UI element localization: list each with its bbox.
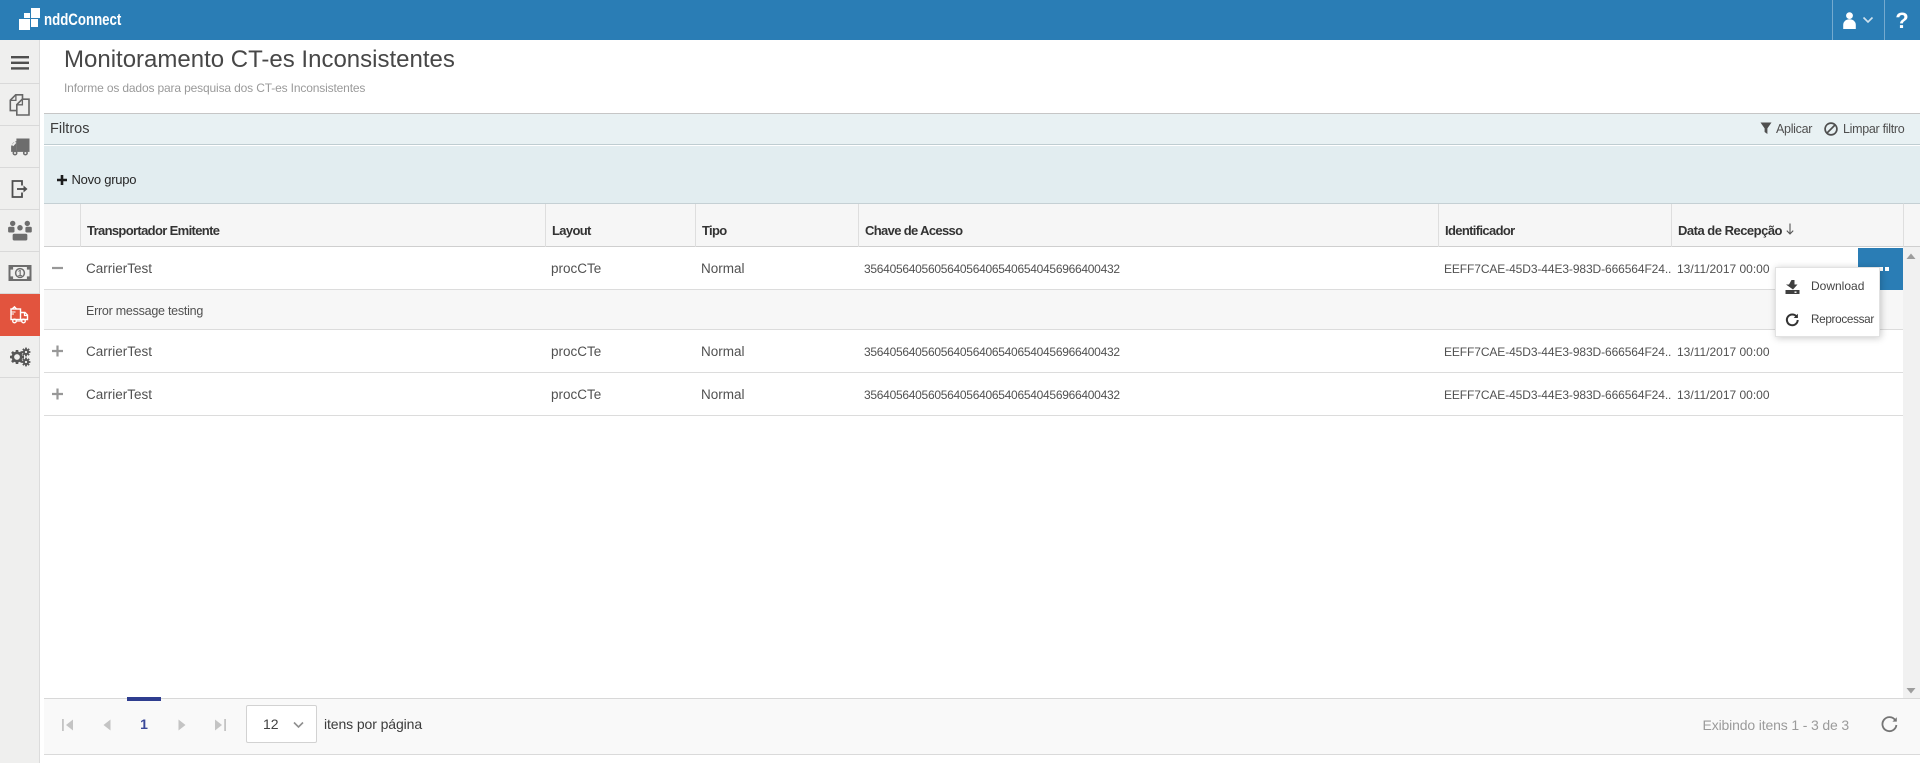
svg-text:1: 1	[18, 268, 23, 277]
